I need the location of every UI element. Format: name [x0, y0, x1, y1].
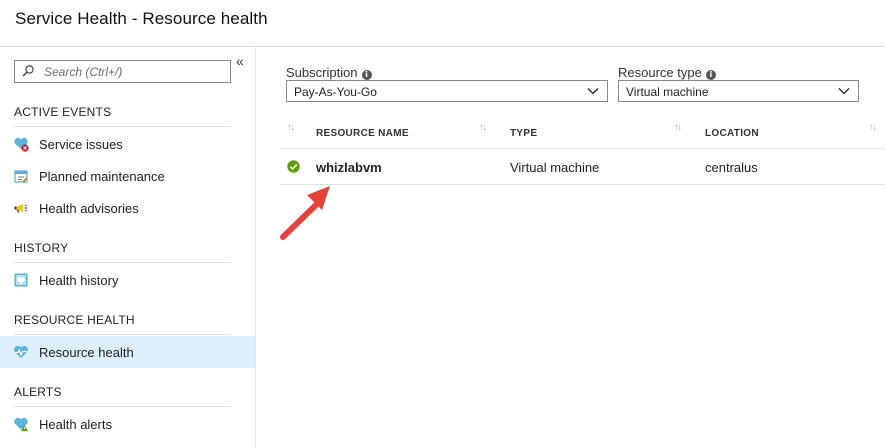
divider: [14, 126, 231, 127]
section-heading-history: HISTORY: [14, 241, 69, 255]
chevron-down-icon: [838, 88, 850, 95]
table-row[interactable]: whizlabvm Virtual machine centralus: [281, 149, 885, 185]
sort-status-icon[interactable]: ↑↓: [287, 122, 295, 133]
divider: [14, 334, 231, 335]
info-icon[interactable]: i: [361, 70, 372, 80]
search-icon: [22, 65, 34, 77]
section-heading-alerts: ALERTS: [14, 385, 62, 399]
health-history-icon: [14, 273, 28, 287]
megaphone-icon: [14, 204, 28, 213]
main-content: Subscription i Pay-As-You-Go Resource typ…: [256, 47, 885, 448]
column-header-location[interactable]: LOCATION: [705, 128, 759, 139]
table-header: ↑↓ RESOURCE NAME ↑↓ TYPE ↑↓ LOCATION ↑↓: [281, 116, 885, 149]
sidebar-item-label: Planned maintenance: [39, 169, 165, 184]
sort-resource-name-icon[interactable]: ↑↓: [479, 122, 487, 133]
search-box[interactable]: Search (Ctrl+/): [14, 60, 231, 83]
sort-location-icon[interactable]: ↑↓: [869, 122, 877, 133]
sidebar-item-service-issues[interactable]: Service issues: [0, 128, 255, 160]
resource-type-label: Resource type i: [618, 65, 716, 80]
planned-maintenance-icon: [14, 170, 28, 183]
sidebar-item-label: Service issues: [39, 137, 123, 152]
collapse-sidebar-button[interactable]: «: [236, 53, 244, 69]
page-title: Service Health - Resource health: [15, 9, 268, 28]
annotation-arrow: [280, 186, 330, 240]
service-issues-icon: [14, 137, 29, 152]
divider: [14, 406, 231, 407]
sidebar-item-health-alerts[interactable]: Health alerts: [0, 408, 255, 440]
sidebar-item-planned-maintenance[interactable]: Planned maintenance: [0, 160, 255, 192]
info-icon[interactable]: i: [705, 70, 716, 80]
column-header-resource-name[interactable]: RESOURCE NAME: [316, 128, 409, 139]
resource-name-cell[interactable]: whizlabvm: [316, 160, 382, 175]
search-input-placeholder: Search (Ctrl+/): [44, 65, 123, 79]
sidebar-item-label: Health alerts: [39, 417, 112, 432]
type-cell: Virtual machine: [510, 160, 600, 175]
divider: [14, 262, 231, 263]
resource-type-selected-value: Virtual machine: [626, 85, 709, 99]
sidebar-item-label: Health history: [39, 273, 119, 288]
heart-pulse-icon: [14, 346, 28, 358]
sidebar-item-health-history[interactable]: Health history: [0, 264, 255, 296]
blade-header: Service Health - Resource health: [0, 0, 885, 47]
sidebar-item-label: Health advisories: [39, 201, 139, 216]
chevron-down-icon: [587, 88, 599, 95]
resource-type-dropdown[interactable]: Virtual machine: [618, 80, 859, 102]
sidebar: « Search (Ctrl+/) ACTIVE EVENTS Service …: [0, 47, 256, 448]
subscription-selected-value: Pay-As-You-Go: [294, 85, 377, 99]
subscription-label: Subscription i: [286, 65, 372, 80]
sidebar-item-health-advisories[interactable]: Health advisories: [0, 192, 255, 224]
status-available-icon: [287, 160, 300, 173]
sidebar-item-label: Resource health: [39, 345, 134, 360]
sort-type-icon[interactable]: ↑↓: [674, 122, 682, 133]
health-alerts-icon: [14, 417, 28, 431]
location-cell: centralus: [705, 160, 758, 175]
sidebar-item-resource-health[interactable]: Resource health: [0, 336, 255, 368]
section-heading-active-events: ACTIVE EVENTS: [14, 105, 112, 119]
column-header-type[interactable]: TYPE: [510, 128, 537, 139]
section-heading-resource-health: RESOURCE HEALTH: [14, 313, 135, 327]
subscription-dropdown[interactable]: Pay-As-You-Go: [286, 80, 608, 102]
